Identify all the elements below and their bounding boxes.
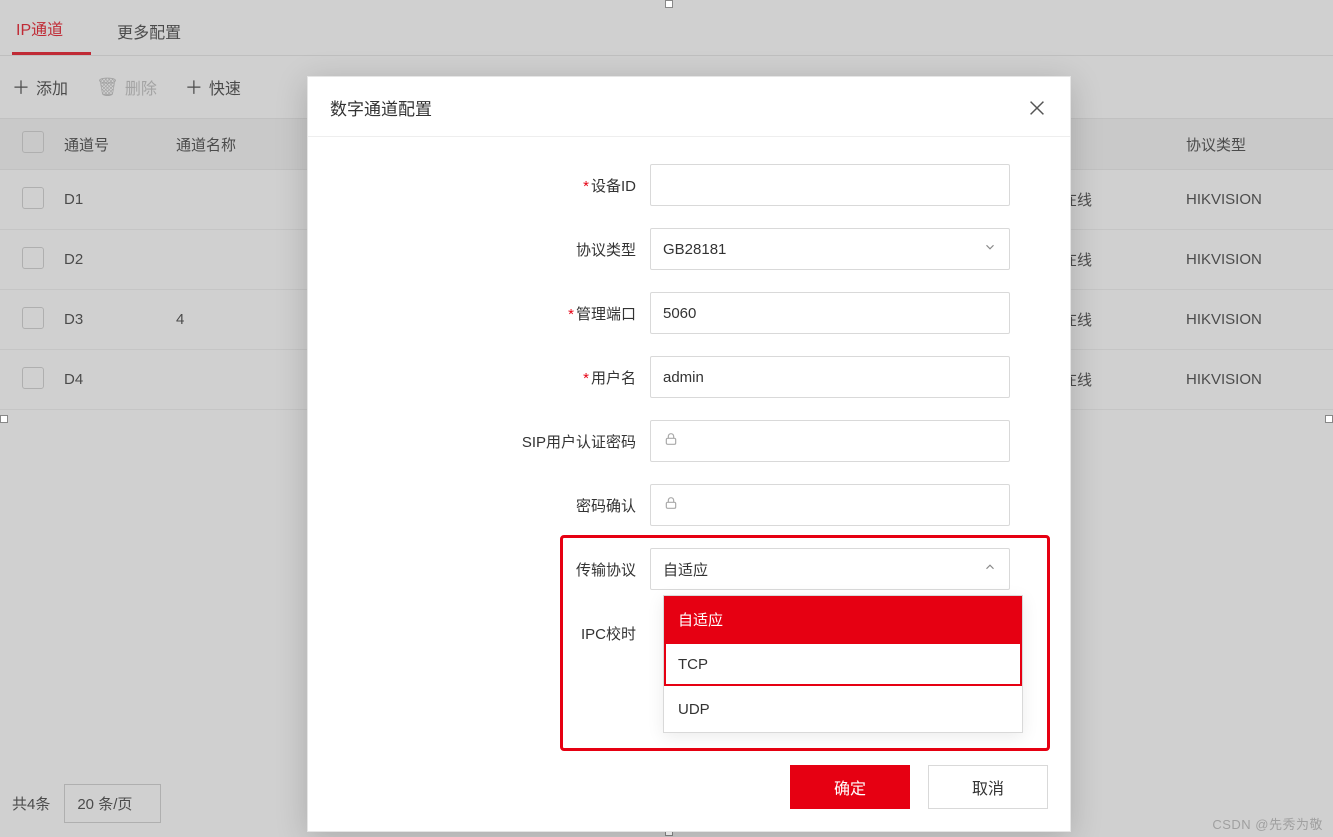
close-icon[interactable] xyxy=(1026,97,1048,119)
username-input[interactable]: admin xyxy=(650,356,1010,398)
transport-select[interactable]: 自适应 xyxy=(650,548,1010,590)
transport-option-tcp[interactable]: TCP xyxy=(664,642,1022,686)
chevron-down-icon xyxy=(983,240,997,258)
transport-option-adaptive[interactable]: 自适应 xyxy=(664,596,1022,642)
modal-body: *设备ID 协议类型 GB28181 *管理端口 5060 *用户名 adm xyxy=(308,137,1070,747)
modal-title: 数字通道配置 xyxy=(330,95,432,120)
ok-button[interactable]: 确定 xyxy=(790,765,910,809)
label-sip-password: SIP用户认证密码 xyxy=(522,434,636,451)
transport-dropdown: 自适应 TCP UDP xyxy=(663,595,1023,733)
port-input[interactable]: 5060 xyxy=(650,292,1010,334)
lock-icon xyxy=(663,431,679,451)
modal-footer: 确定 取消 xyxy=(308,747,1070,831)
watermark: CSDN @先秀为敬 xyxy=(1212,814,1323,833)
label-ipc-time: IPC校时 xyxy=(581,626,636,643)
cancel-button[interactable]: 取消 xyxy=(928,765,1048,809)
label-device-id: 设备ID xyxy=(591,178,636,195)
label-port: 管理端口 xyxy=(576,306,636,323)
protocol-select[interactable]: GB28181 xyxy=(650,228,1010,270)
selection-handle xyxy=(665,0,673,8)
label-transport: 传输协议 xyxy=(576,562,636,579)
chevron-up-icon xyxy=(983,560,997,578)
digital-channel-config-modal: 数字通道配置 *设备ID 协议类型 GB28181 *管理端口 5060 xyxy=(307,76,1071,832)
lock-icon xyxy=(663,495,679,515)
modal-header: 数字通道配置 xyxy=(308,77,1070,137)
sip-password-input[interactable] xyxy=(650,420,1010,462)
label-username: 用户名 xyxy=(591,370,636,387)
selection-handle xyxy=(1325,415,1333,423)
transport-option-udp[interactable]: UDP xyxy=(664,686,1022,732)
label-password-confirm: 密码确认 xyxy=(576,498,636,515)
password-confirm-input[interactable] xyxy=(650,484,1010,526)
device-id-input[interactable] xyxy=(650,164,1010,206)
selection-handle xyxy=(0,415,8,423)
label-protocol: 协议类型 xyxy=(576,242,636,259)
